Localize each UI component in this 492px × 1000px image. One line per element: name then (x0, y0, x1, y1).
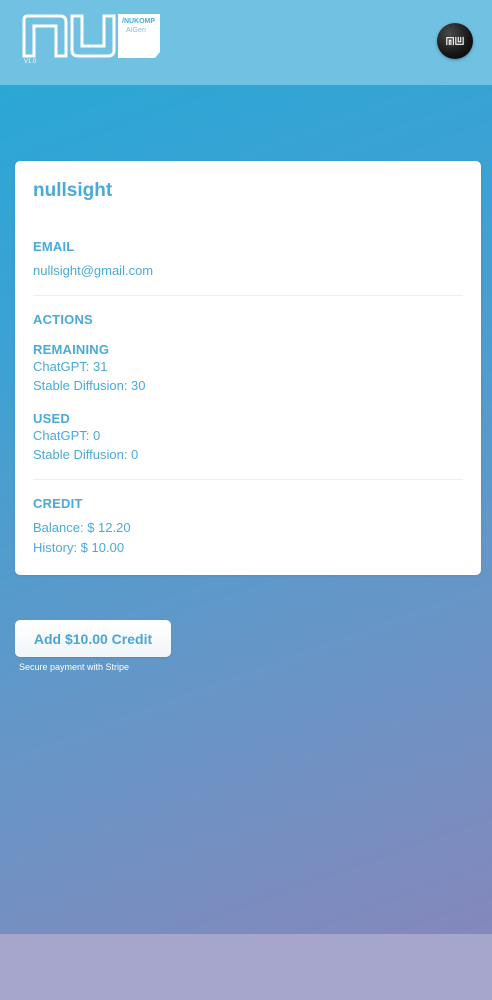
app-logo[interactable]: /NUKOMP AIGen V1.0 (22, 14, 162, 68)
bottom-bar (0, 934, 492, 1000)
used-stable-diffusion: Stable Diffusion: 0 (33, 447, 139, 462)
remaining-heading: REMAINING (33, 342, 110, 357)
used-heading: USED (33, 411, 70, 426)
email-value: nullsight@gmail.com (33, 263, 154, 278)
logo-tag: /NUKOMP AIGen (118, 14, 160, 58)
account-card: nullsight EMAIL nullsight@gmail.com ACTI… (15, 161, 481, 575)
logo-tag-product: AIGen (126, 27, 146, 34)
add-credit-button[interactable]: Add $10.00 Credit (15, 620, 171, 657)
actions-heading: ACTIONS (33, 312, 93, 327)
top-bar: /NUKOMP AIGen V1.0 (0, 0, 492, 85)
divider (33, 479, 463, 480)
app-version: V1.0 (24, 59, 37, 65)
divider (33, 295, 463, 296)
logo-tag-brand: /NUKOMP (122, 18, 156, 25)
credit-heading: CREDIT (33, 496, 83, 511)
stripe-payment-note: Secure payment with Stripe (19, 662, 130, 672)
credit-balance: Balance: $ 12.20 (33, 520, 131, 535)
profile-avatar-button[interactable] (437, 23, 473, 59)
nu-avatar-icon (446, 36, 464, 46)
credit-history: History: $ 10.00 (33, 540, 125, 555)
remaining-stable-diffusion: Stable Diffusion: 30 (33, 378, 146, 393)
nu-logo-mark (22, 14, 116, 58)
used-chatgpt: ChatGPT: 0 (33, 428, 101, 443)
email-heading: EMAIL (33, 239, 75, 254)
username: nullsight (33, 180, 113, 201)
remaining-chatgpt: ChatGPT: 31 (33, 359, 108, 374)
